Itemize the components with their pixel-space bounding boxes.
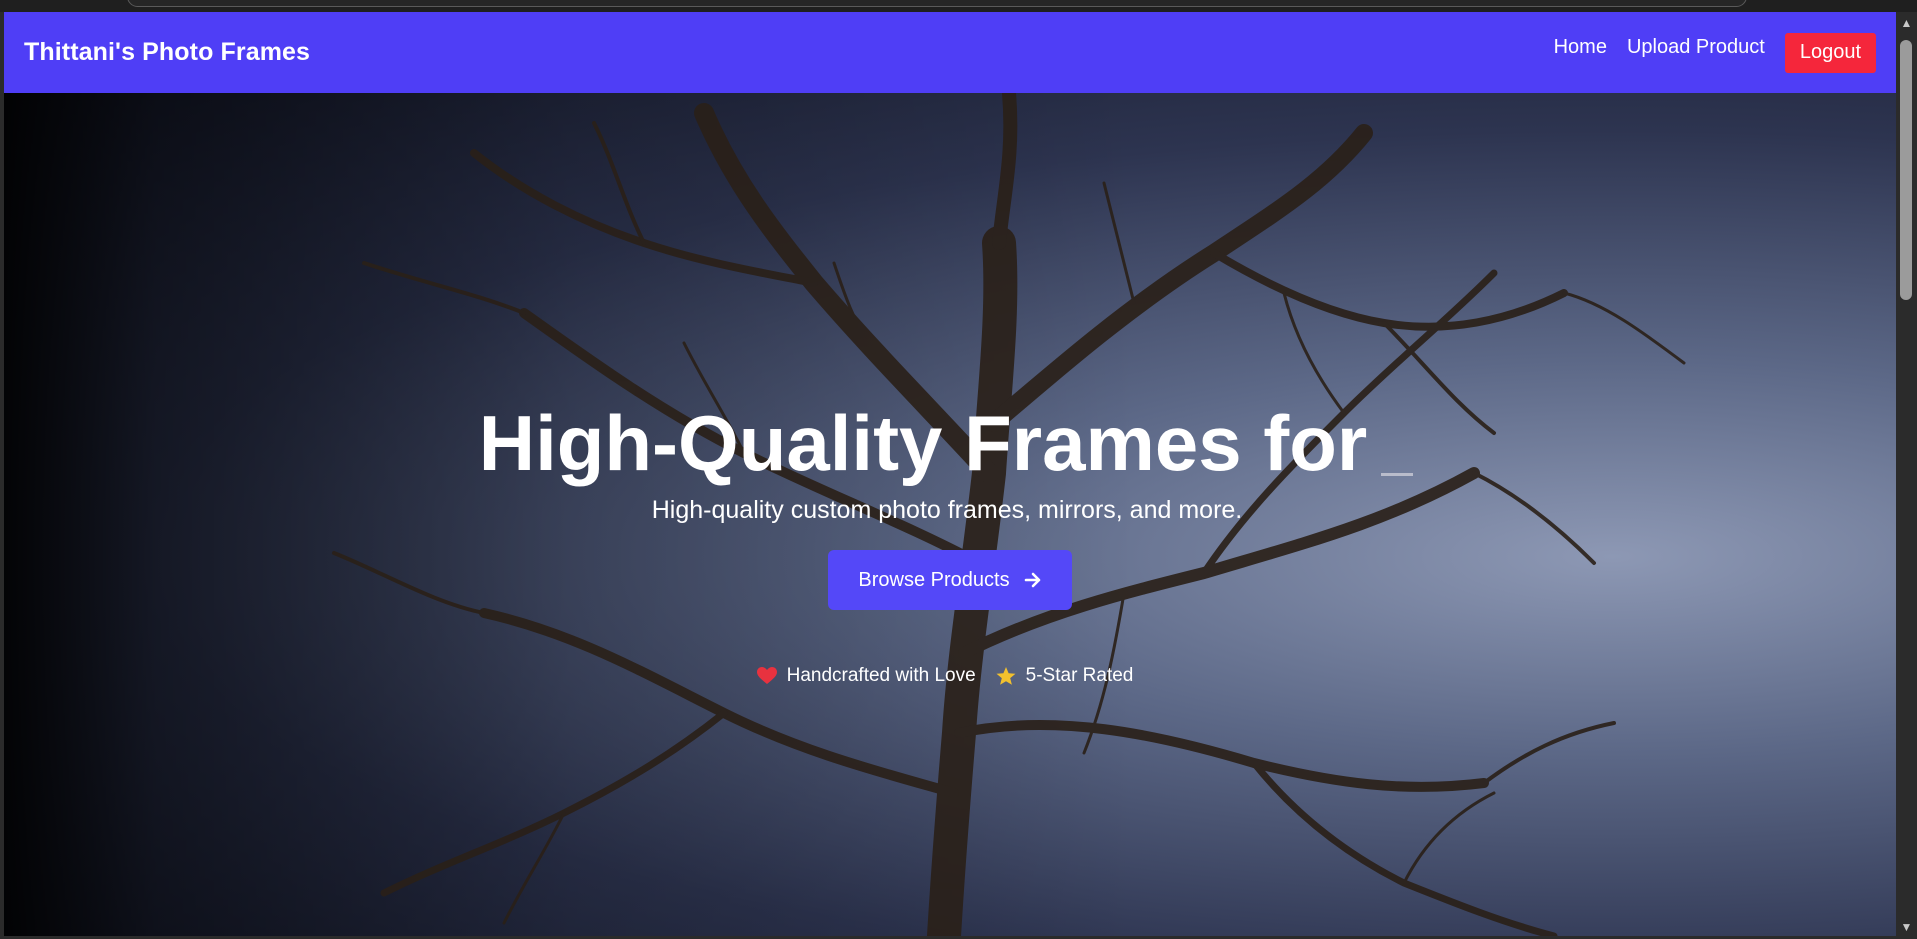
nav-link-upload-product[interactable]: Upload Product bbox=[1627, 36, 1765, 59]
browse-products-button[interactable]: Browse Products bbox=[828, 550, 1072, 610]
scroll-down-arrow-icon[interactable]: ▼ bbox=[1896, 918, 1917, 936]
hero-subtitle: High-quality custom photo frames, mirror… bbox=[651, 496, 1243, 524]
hero-title-text: High-Quality Frames for bbox=[478, 399, 1368, 487]
navbar: Thittani's Photo Frames Home Upload Prod… bbox=[4, 12, 1896, 93]
hero-content: High-Quality Frames for High-quality cus… bbox=[4, 398, 1896, 690]
vertical-scrollbar[interactable]: ▲ ▼ bbox=[1896, 12, 1917, 936]
typing-cursor bbox=[1381, 473, 1414, 476]
badge-handcrafted-label: Handcrafted with Love bbox=[786, 665, 976, 686]
hero-title: High-Quality Frames for bbox=[478, 398, 1414, 488]
brand-title[interactable]: Thittani's Photo Frames bbox=[24, 38, 310, 67]
star-icon bbox=[996, 666, 1016, 685]
heart-icon bbox=[756, 667, 777, 684]
nav-link-home[interactable]: Home bbox=[1554, 36, 1607, 59]
badge-rated-label: 5-Star Rated bbox=[1025, 665, 1134, 686]
nav-links: Home Upload Product Logout bbox=[1534, 32, 1876, 73]
arrow-right-icon bbox=[1024, 572, 1040, 588]
scrollbar-thumb[interactable] bbox=[1900, 40, 1912, 300]
browser-chrome bbox=[0, 0, 1917, 12]
scroll-up-arrow-icon[interactable]: ▲ bbox=[1896, 14, 1917, 32]
badge-handcrafted: Handcrafted with Love bbox=[756, 665, 976, 687]
badge-rated: 5-Star Rated bbox=[996, 665, 1134, 687]
trust-badges: Handcrafted with Love 5-Star Rated bbox=[756, 665, 1134, 687]
hero-section: High-Quality Frames for High-quality cus… bbox=[4, 93, 1896, 936]
page-viewport: Thittani's Photo Frames Home Upload Prod… bbox=[4, 12, 1896, 936]
address-bar[interactable] bbox=[127, 0, 1747, 7]
browse-products-label: Browse Products bbox=[858, 568, 1010, 591]
logout-button[interactable]: Logout bbox=[1784, 32, 1876, 73]
